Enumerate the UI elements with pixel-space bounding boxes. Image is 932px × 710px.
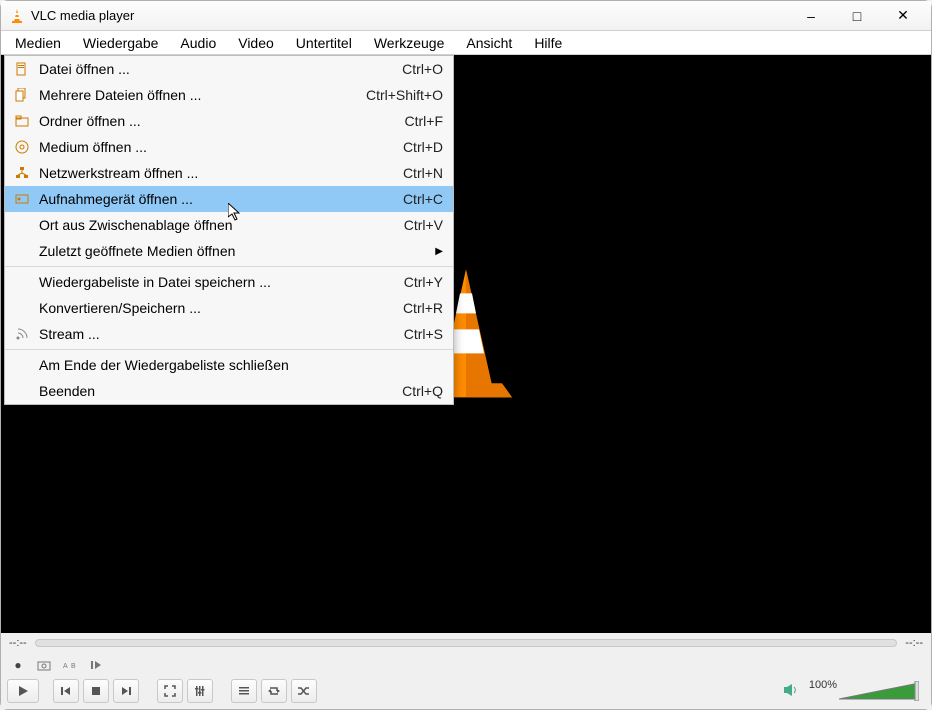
menu-video[interactable]: Video	[228, 33, 284, 53]
close-button[interactable]: ✕	[889, 7, 917, 24]
menu-item-open-file[interactable]: Datei öffnen ... Ctrl+O	[5, 56, 453, 82]
menu-item-label: Ordner öffnen ...	[35, 113, 405, 129]
menubar: Medien Wiedergabe Audio Video Untertitel…	[1, 31, 931, 55]
menu-item-label: Ort aus Zwischenablage öffnen	[35, 217, 404, 233]
loop-button[interactable]	[261, 679, 287, 703]
capture-icon	[9, 192, 35, 206]
extended-settings-button[interactable]	[187, 679, 213, 703]
menu-item-shortcut: Ctrl+O	[402, 61, 443, 77]
time-total: --:--	[905, 637, 923, 649]
window-title: VLC media player	[31, 8, 797, 23]
menu-item-shortcut: Ctrl+D	[403, 139, 443, 155]
menu-item-open-network[interactable]: Netzwerkstream öffnen ... Ctrl+N	[5, 160, 453, 186]
submenu-arrow-icon: ▶	[431, 246, 443, 257]
menu-item-stream[interactable]: Stream ... Ctrl+S	[5, 321, 453, 347]
menu-untertitel[interactable]: Untertitel	[286, 33, 362, 53]
menu-item-open-disc[interactable]: Medium öffnen ... Ctrl+D	[5, 134, 453, 160]
volume-percent: 100%	[809, 679, 837, 691]
stop-button[interactable]	[83, 679, 109, 703]
menu-item-shortcut: Ctrl+V	[404, 217, 443, 233]
menu-audio[interactable]: Audio	[170, 33, 226, 53]
svg-text:A: A	[63, 663, 68, 670]
menu-item-label: Am Ende der Wiedergabeliste schließen	[35, 357, 443, 373]
menu-item-shortcut: Ctrl+Shift+O	[366, 87, 443, 103]
menu-item-label: Konvertieren/Speichern ...	[35, 300, 403, 316]
menu-item-shortcut: Ctrl+Q	[402, 383, 443, 399]
menu-item-shortcut: Ctrl+F	[405, 113, 444, 129]
volume-slider[interactable]	[839, 681, 919, 701]
files-icon	[9, 88, 35, 102]
atob-loop-button[interactable]: AB	[59, 655, 81, 675]
menu-item-label: Medium öffnen ...	[35, 139, 403, 155]
menu-item-label: Stream ...	[35, 326, 404, 342]
file-icon	[9, 62, 35, 76]
minimize-button[interactable]: –	[797, 8, 825, 24]
window-controls: – □ ✕	[797, 7, 923, 24]
play-button[interactable]	[7, 679, 39, 703]
network-icon	[9, 166, 35, 180]
next-button[interactable]	[113, 679, 139, 703]
menu-item-shortcut: Ctrl+R	[403, 300, 443, 316]
menu-item-shortcut: Ctrl+Y	[404, 274, 443, 290]
menu-separator	[5, 349, 453, 350]
main-controls: 100%	[1, 677, 931, 709]
seekbar: --:-- --:--	[1, 633, 931, 653]
mini-toolbar: ● AB	[1, 653, 931, 677]
menu-wiedergabe[interactable]: Wiedergabe	[73, 33, 169, 53]
menu-item-label: Mehrere Dateien öffnen ...	[35, 87, 366, 103]
time-elapsed: --:--	[9, 637, 27, 649]
stream-icon	[9, 327, 35, 341]
menu-item-label: Wiedergabeliste in Datei speichern ...	[35, 274, 404, 290]
menu-werkzeuge[interactable]: Werkzeuge	[364, 33, 455, 53]
volume-control: 100%	[783, 681, 925, 701]
menu-medien[interactable]: Medien	[5, 33, 71, 53]
maximize-button[interactable]: □	[843, 8, 871, 24]
menu-item-label: Aufnahmegerät öffnen ...	[35, 191, 403, 207]
speaker-icon[interactable]	[783, 683, 799, 700]
menu-item-save-playlist[interactable]: Wiedergabeliste in Datei speichern ... C…	[5, 269, 453, 295]
menu-item-quit-after[interactable]: Am Ende der Wiedergabeliste schließen	[5, 352, 453, 378]
menu-separator	[5, 266, 453, 267]
playlist-button[interactable]	[231, 679, 257, 703]
menu-item-label: Beenden	[35, 383, 402, 399]
svg-text:B: B	[71, 663, 76, 670]
menu-item-quit[interactable]: Beenden Ctrl+Q	[5, 378, 453, 404]
menu-item-open-clipboard[interactable]: Ort aus Zwischenablage öffnen Ctrl+V	[5, 212, 453, 238]
shuffle-button[interactable]	[291, 679, 317, 703]
menu-item-label: Zuletzt geöffnete Medien öffnen	[35, 243, 431, 259]
fullscreen-button[interactable]	[157, 679, 183, 703]
menu-ansicht[interactable]: Ansicht	[456, 33, 522, 53]
menu-item-open-multiple[interactable]: Mehrere Dateien öffnen ... Ctrl+Shift+O	[5, 82, 453, 108]
frame-step-button[interactable]	[85, 655, 107, 675]
menu-item-label: Netzwerkstream öffnen ...	[35, 165, 403, 181]
menu-item-label: Datei öffnen ...	[35, 61, 402, 77]
menu-item-open-folder[interactable]: Ordner öffnen ... Ctrl+F	[5, 108, 453, 134]
menu-item-shortcut: Ctrl+S	[404, 326, 443, 342]
prev-button[interactable]	[53, 679, 79, 703]
menu-item-open-capture[interactable]: Aufnahmegerät öffnen ... Ctrl+C	[5, 186, 453, 212]
menu-item-shortcut: Ctrl+C	[403, 191, 443, 207]
snapshot-button[interactable]	[33, 655, 55, 675]
record-button[interactable]: ●	[7, 655, 29, 675]
menu-item-shortcut: Ctrl+N	[403, 165, 443, 181]
disc-icon	[9, 140, 35, 154]
titlebar: VLC media player – □ ✕	[1, 1, 931, 31]
medien-dropdown: Datei öffnen ... Ctrl+O Mehrere Dateien …	[4, 55, 454, 405]
video-area: Datei öffnen ... Ctrl+O Mehrere Dateien …	[1, 55, 931, 633]
menu-item-recent[interactable]: Zuletzt geöffnete Medien öffnen ▶	[5, 238, 453, 264]
folder-icon	[9, 114, 35, 128]
seek-track[interactable]	[35, 639, 898, 647]
menu-item-convert[interactable]: Konvertieren/Speichern ... Ctrl+R	[5, 295, 453, 321]
menu-hilfe[interactable]: Hilfe	[524, 33, 572, 53]
vlc-cone-icon	[9, 8, 25, 24]
